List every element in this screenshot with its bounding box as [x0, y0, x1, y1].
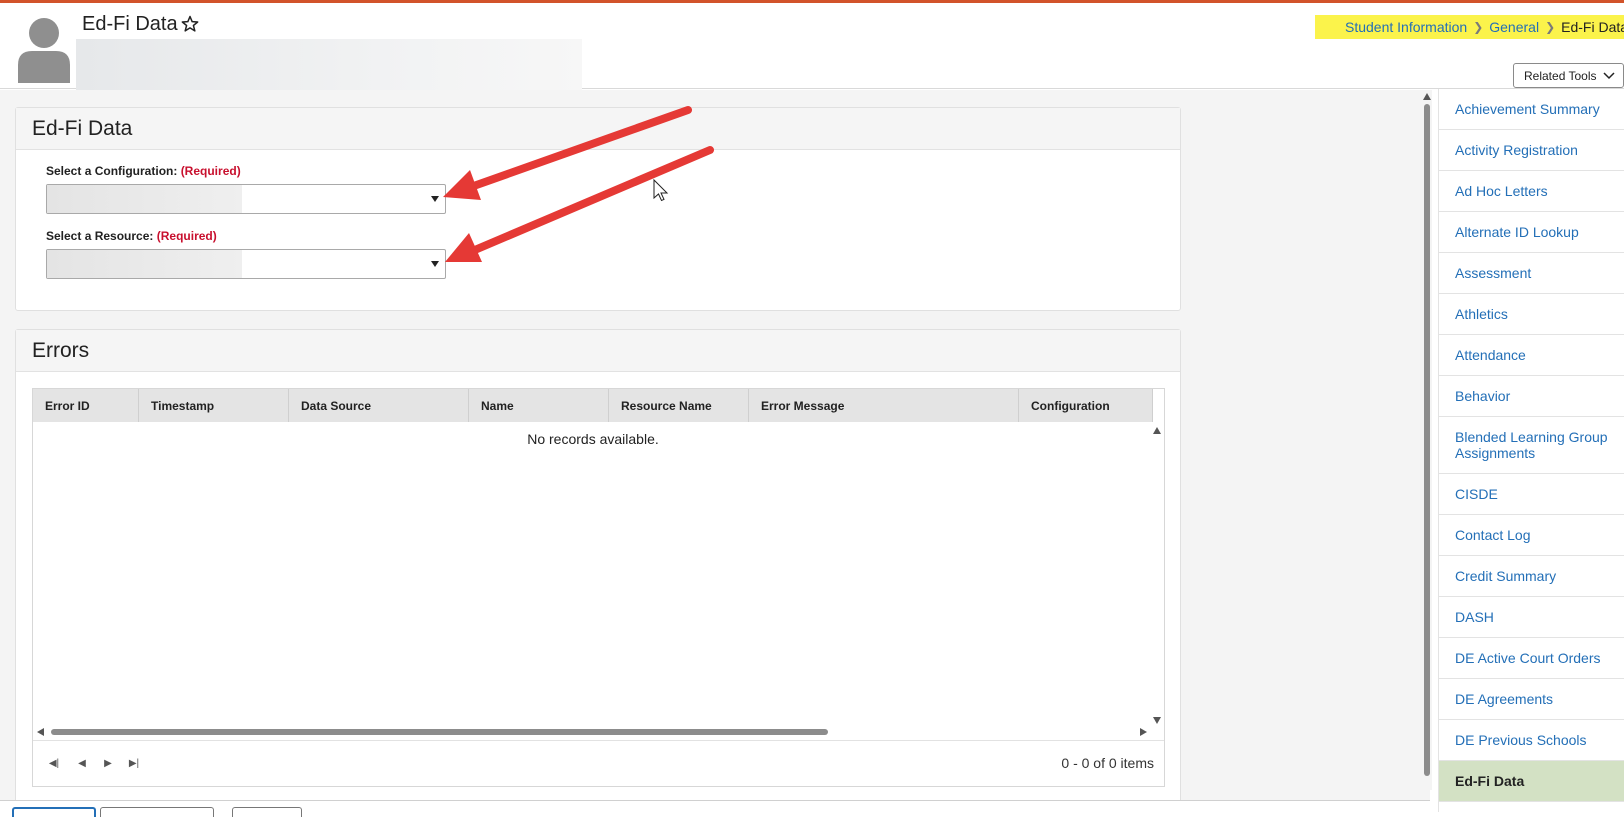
sidebar-item-ad-hoc-letters[interactable]: Ad Hoc Letters: [1439, 171, 1624, 212]
errors-panel: Errors Error ID Timestamp Data Source Na…: [15, 329, 1181, 804]
sidebar-item-ed-fi-data[interactable]: Ed-Fi Data: [1439, 761, 1624, 802]
sidebar-item-credit-summary[interactable]: Credit Summary: [1439, 556, 1624, 597]
scroll-left-icon[interactable]: [37, 728, 44, 736]
sidebar-item-alternate-id-lookup[interactable]: Alternate ID Lookup: [1439, 212, 1624, 253]
breadcrumb-student-information[interactable]: Student Information: [1345, 19, 1467, 35]
main-scroll-thumb[interactable]: [1424, 104, 1430, 776]
sidebar-item-behavior[interactable]: Behavior: [1439, 376, 1624, 417]
first-page-icon[interactable]: ◀​|: [47, 756, 61, 770]
errors-grid: Error ID Timestamp Data Source Name Reso…: [32, 388, 1165, 787]
main-vertical-scrollbar[interactable]: [1422, 90, 1432, 790]
horizontal-scroll-thumb[interactable]: [51, 729, 828, 735]
page-title: Ed-Fi Data: [82, 13, 178, 35]
previous-page-icon[interactable]: ◀: [75, 756, 89, 770]
sidebar-item-blended-learning[interactable]: Blended Learning Group Assignments: [1439, 417, 1624, 474]
breadcrumb: Student Information ❯ General ❯ Ed-Fi Da…: [1315, 15, 1624, 39]
grid-header: Error ID Timestamp Data Source Name Reso…: [33, 389, 1153, 422]
column-error-message[interactable]: Error Message: [749, 389, 1019, 422]
main-content: Ed-Fi Data Select a Configuration: (Requ…: [0, 90, 1430, 812]
sidebar-item-achievement-summary[interactable]: Achievement Summary: [1439, 89, 1624, 130]
chevron-right-icon: ❯: [1473, 20, 1484, 34]
resource-select[interactable]: [46, 249, 446, 279]
chevron-down-icon: [1602, 71, 1615, 79]
sidebar-item-athletics[interactable]: Athletics: [1439, 294, 1624, 335]
required-indicator: (Required): [180, 164, 241, 178]
chevron-right-icon: ❯: [1545, 20, 1556, 34]
sidebar-item-contact-log[interactable]: Contact Log: [1439, 515, 1624, 556]
scroll-up-icon[interactable]: [1153, 427, 1161, 434]
related-tools-sidebar: Achievement Summary Activity Registratio…: [1438, 89, 1624, 812]
sidebar-item-dash[interactable]: DASH: [1439, 597, 1624, 638]
column-data-source[interactable]: Data Source: [289, 389, 469, 422]
sidebar-item-de-previous-schools[interactable]: DE Previous Schools: [1439, 720, 1624, 761]
resource-label: Select a Resource: (Required): [46, 229, 217, 243]
sidebar-item-assessment[interactable]: Assessment: [1439, 253, 1624, 294]
breadcrumb-general[interactable]: General: [1489, 19, 1539, 35]
settings-panel-title: Ed-Fi Data: [16, 108, 1180, 150]
sidebar-item-cisde[interactable]: CISDE: [1439, 474, 1624, 515]
sidebar-item-attendance[interactable]: Attendance: [1439, 335, 1624, 376]
last-page-icon[interactable]: ▶|: [127, 756, 141, 770]
next-page-icon[interactable]: ▶: [101, 756, 115, 770]
empty-message: No records available.: [527, 431, 659, 447]
column-timestamp[interactable]: Timestamp: [139, 389, 289, 422]
errors-panel-title: Errors: [16, 330, 1180, 372]
resource-value-redacted: [47, 250, 242, 278]
sidebar-item-de-active-court-orders[interactable]: DE Active Court Orders: [1439, 638, 1624, 679]
required-indicator: (Required): [156, 229, 217, 243]
star-icon[interactable]: [180, 14, 200, 34]
configuration-label: Select a Configuration: (Required): [46, 164, 241, 178]
page-header: Ed-Fi Data Student Information ❯ General…: [0, 3, 1624, 95]
related-tools-button[interactable]: Related Tools: [1513, 63, 1624, 88]
related-tools-label: Related Tools: [1524, 68, 1597, 83]
dropdown-arrow-icon: [431, 261, 439, 267]
bottom-action-bar: [0, 800, 1430, 817]
settings-panel: Ed-Fi Data Select a Configuration: (Requ…: [15, 107, 1181, 311]
breadcrumb-current: Ed-Fi Data: [1561, 19, 1624, 35]
dropdown-arrow-icon: [431, 196, 439, 202]
primary-action-button[interactable]: [12, 807, 96, 817]
pager-info: 0 - 0 of 0 items: [1061, 755, 1154, 771]
person-icon: [18, 18, 70, 83]
pager: ◀​| ◀ ▶ ▶| 0 - 0 of 0 items: [33, 740, 1164, 786]
column-resource-name[interactable]: Resource Name: [609, 389, 749, 422]
sidebar-item-de-agreements[interactable]: DE Agreements: [1439, 679, 1624, 720]
configuration-value-redacted: [47, 185, 242, 213]
student-name-redacted: [76, 39, 582, 95]
scroll-up-icon[interactable]: [1423, 93, 1431, 100]
secondary-action-button[interactable]: [100, 807, 214, 817]
column-configuration[interactable]: Configuration: [1019, 389, 1153, 422]
scroll-right-icon[interactable]: [1140, 728, 1147, 736]
configuration-select[interactable]: [46, 184, 446, 214]
tertiary-action-button[interactable]: [232, 807, 302, 817]
horizontal-scrollbar[interactable]: [37, 727, 1147, 737]
sidebar-item-activity-registration[interactable]: Activity Registration: [1439, 130, 1624, 171]
scroll-down-icon[interactable]: [1153, 717, 1161, 724]
column-name[interactable]: Name: [469, 389, 609, 422]
column-error-id[interactable]: Error ID: [33, 389, 139, 422]
